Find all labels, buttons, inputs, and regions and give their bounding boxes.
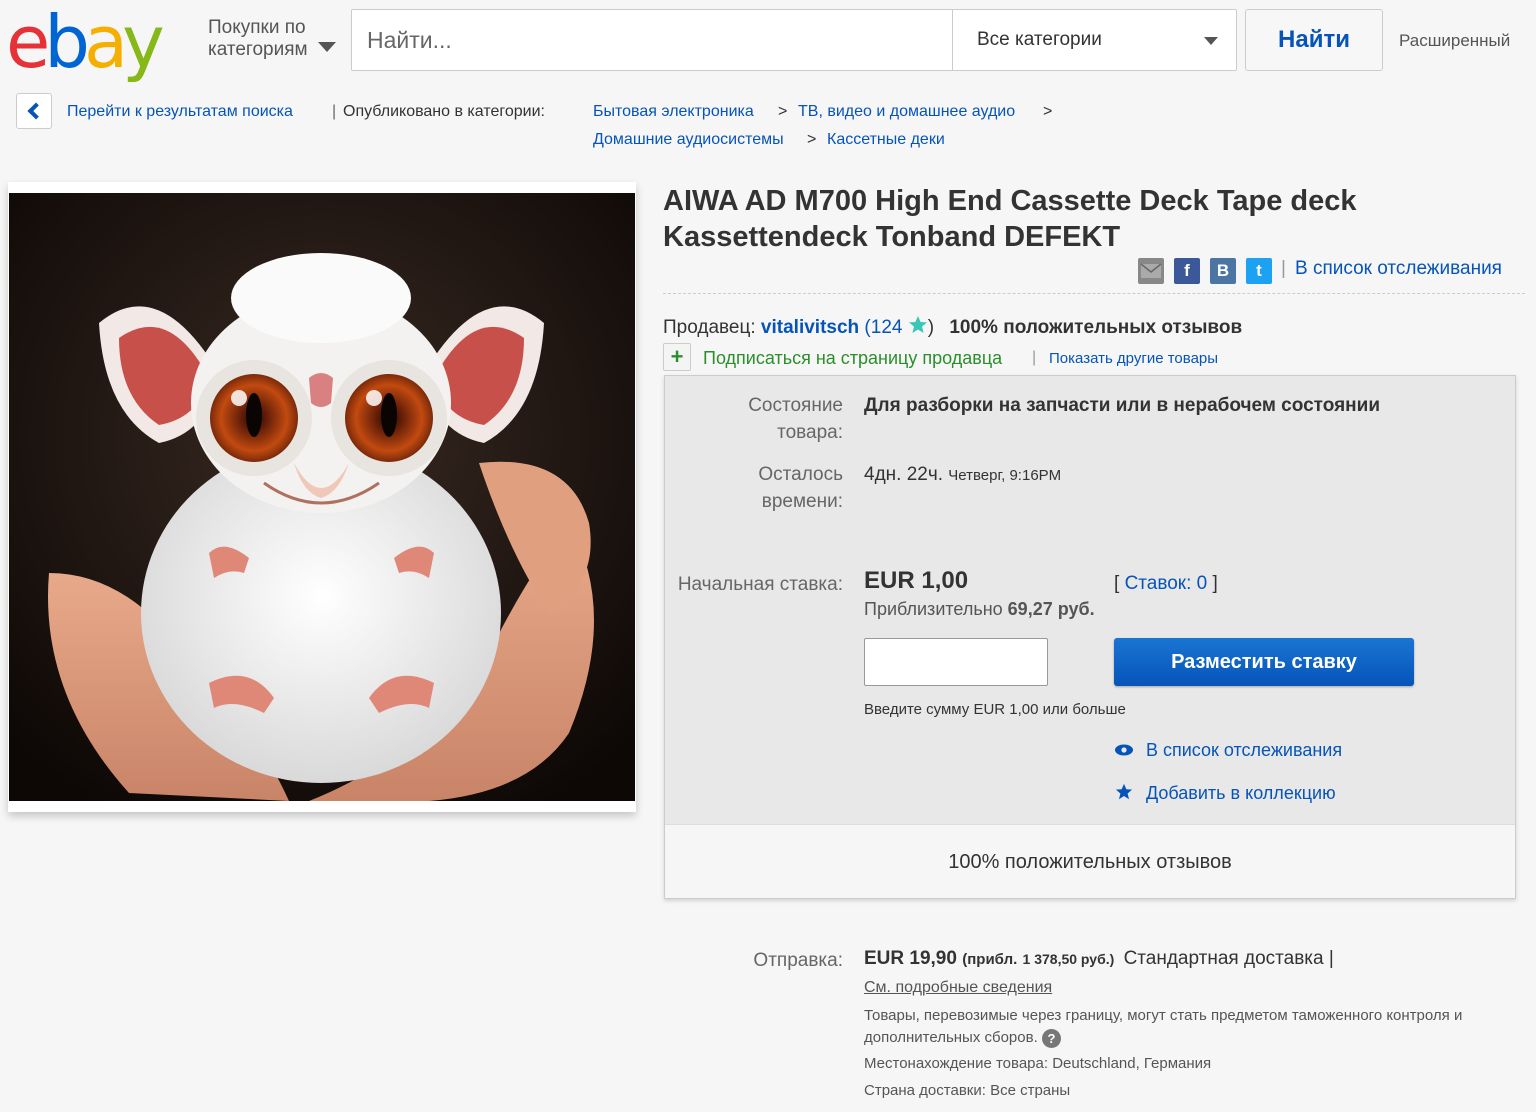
email-icon[interactable] [1138,258,1164,284]
bid-amount-input[interactable] [864,638,1048,686]
item-location: Местонахождение товара: Deutschland, Гер… [864,1053,1211,1075]
approx-price: Приблизительно 69,27 руб. [864,599,1095,620]
ebay-logo[interactable]: ebay [6,0,165,84]
start-bid-value: EUR 1,00 [864,567,969,594]
seller-positive-feedback: 100% положительных отзывов [949,317,1243,338]
breadcrumb-item[interactable]: Кассетные деки [827,130,945,150]
shipping-cost: EUR 19,90 (прибл. 1 378,50 руб.) Стандар… [864,948,1334,970]
share-separator: | [1281,258,1286,279]
bid-count-link[interactable]: Ставок: 0 [1125,573,1208,594]
search-bar: Все категории [351,9,1237,71]
buybox-footer-feedback: 100% положительных отзывов [665,824,1515,898]
condition-label: Состояние товара: [748,395,843,443]
customs-note: Товары, перевозимые через границу, могут… [864,1005,1504,1049]
star-icon [908,316,927,333]
bids-open-bracket: [ [1114,573,1120,594]
breadcrumb-item[interactable]: ТВ, видео и домашнее аудио [798,102,1015,122]
bid-hint: Введите сумму EUR 1,00 или больше [864,701,1126,718]
help-icon[interactable]: ? [1041,1028,1061,1048]
place-bid-button[interactable]: Разместить ставку [1114,638,1414,686]
back-to-results-link[interactable]: Перейти к результатам поиска [67,102,293,122]
close-paren: ) [927,317,935,338]
time-left-label: Осталось времени: [758,464,843,512]
bid-count: [ Ставок: 0 ] [1114,573,1218,595]
twitter-icon[interactable]: t [1246,258,1272,284]
logo-letter-e: e [6,0,50,84]
item-location-value: Deutschland, Германия [1052,1055,1212,1072]
seller-name-link[interactable]: vitalivitsch [761,317,859,338]
breadcrumb-separator: | [332,103,337,120]
vkontakte-icon[interactable]: B [1210,258,1236,284]
auction-end-time: Четверг, 9:16PM [948,467,1062,484]
shipping-method: Стандартная доставка | [1123,948,1334,969]
breadcrumb-item[interactable]: Бытовая электроника [593,102,754,122]
seller-separator: | [1032,349,1037,366]
logo-letter-y: y [122,0,165,84]
shipping-price: EUR 19,90 [864,948,957,969]
shipping-details-link[interactable]: См. подробные сведения [864,979,1052,997]
chevron-down-icon [1204,37,1218,45]
item-photo[interactable] [9,193,635,801]
seller-label: Продавец: [663,317,756,338]
customs-note-text: Товары, перевозимые через границу, могут… [864,1007,1463,1046]
other-items-link[interactable]: Показать другие товары [1049,350,1218,367]
plus-icon[interactable]: + [663,343,691,371]
ships-to-value: Все страны [990,1082,1071,1099]
follow-seller-link[interactable]: Подписаться на страницу продавца [703,348,1002,369]
breadcrumb-item[interactable]: Домашние аудиосистемы [593,130,784,150]
approx-value: 69,27 руб. [1007,599,1095,619]
star-icon [1115,783,1133,806]
shipping-label: Отправка: [753,950,843,971]
chevron-left-icon [27,102,45,120]
category-select-value: Все категории [977,29,1102,50]
search-button[interactable]: Найти [1245,9,1383,71]
ships-to: Страна доставки: Все страны [864,1080,1070,1102]
envelope-icon [1140,263,1162,278]
bids-close-bracket: ] [1212,573,1218,594]
breadcrumb-arrow: > [778,103,788,120]
buy-box: 100% положительных отзывов [664,375,1516,899]
creature-in-hands-image [9,193,635,801]
divider [663,293,1525,294]
shipping-approx-value: 1 378,50 руб.) [1022,951,1115,967]
back-button[interactable] [16,93,52,129]
shop-by-category-button[interactable]: Покупки по категориям [208,17,328,61]
item-title: AIWA AD M700 High End Cassette Deck Tape… [663,185,1357,253]
search-input[interactable] [352,10,952,70]
shipping-approx: (прибл. [962,951,1018,968]
ships-to-label: Страна доставки: [864,1082,986,1099]
time-left-value: 4дн. 22ч. Четверг, 9:16PM [864,461,1061,489]
logo-letter-b: b [44,0,90,84]
time-left-duration: 4дн. 22ч. [864,464,944,485]
condition-value: Для разборки на запчасти или в нерабочем… [864,395,1381,416]
watchlist-link-top[interactable]: В список отслеживания [1295,258,1502,280]
category-select[interactable]: Все категории [952,10,1236,70]
breadcrumb-arrow: > [1043,103,1053,120]
item-image-card [8,182,636,812]
feedback-count-link[interactable]: 124 [871,317,903,338]
approx-prefix: Приблизительно [864,599,1003,619]
published-in-label: Опубликовано в категории: [343,103,545,120]
eye-icon [1114,742,1134,763]
watchlist-link[interactable]: В список отслеживания [1146,740,1342,761]
item-location-label: Местонахождение товара: [864,1055,1049,1072]
chevron-down-icon[interactable] [318,42,336,52]
seller-info: Продавец: vitalivitsch (124 ) 100% полож… [663,315,1242,340]
logo-letter-a: a [84,0,128,84]
start-bid-label: Начальная ставка: [677,574,843,595]
advanced-search-link[interactable]: Расширенный [1399,31,1510,51]
add-to-collection-link[interactable]: Добавить в коллекцию [1146,783,1336,804]
facebook-icon[interactable]: f [1174,258,1200,284]
breadcrumb-arrow: > [807,131,817,148]
